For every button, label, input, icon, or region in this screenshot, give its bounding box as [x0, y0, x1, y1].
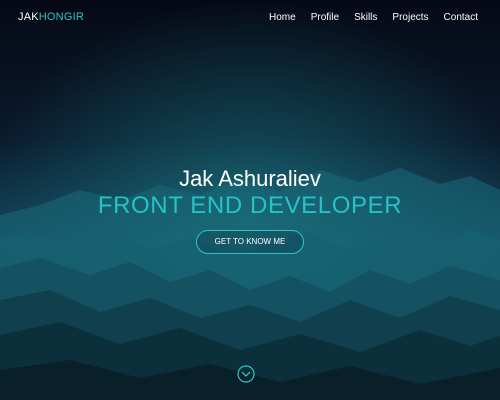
- nav-link-contact[interactable]: Contact: [444, 12, 478, 23]
- nav-menu: Home Profile Skills Projects Contact: [269, 12, 478, 23]
- nav-link-profile[interactable]: Profile: [311, 12, 339, 23]
- logo-text-accent: HONGIR: [38, 11, 84, 23]
- site-logo[interactable]: JAKHONGIR: [18, 11, 84, 23]
- navbar: JAKHONGIR Home Profile Skills Projects C…: [0, 0, 500, 34]
- chevron-down-circle-icon[interactable]: [237, 365, 255, 383]
- nav-link-skills[interactable]: Skills: [354, 12, 377, 23]
- hero-role: FRONT END DEVELOPER: [97, 192, 403, 219]
- nav-link-projects[interactable]: Projects: [392, 12, 428, 23]
- hero-content: Jak Ashuraliev FRONT END DEVELOPER GET T…: [0, 166, 500, 254]
- hero-name: Jak Ashuraliev: [179, 166, 321, 191]
- get-to-know-me-button[interactable]: GET TO KNOW ME: [195, 230, 305, 254]
- nav-link-home[interactable]: Home: [269, 12, 296, 23]
- logo-text-primary: JAK: [18, 11, 39, 23]
- hero-section: JAKHONGIR Home Profile Skills Projects C…: [0, 0, 500, 400]
